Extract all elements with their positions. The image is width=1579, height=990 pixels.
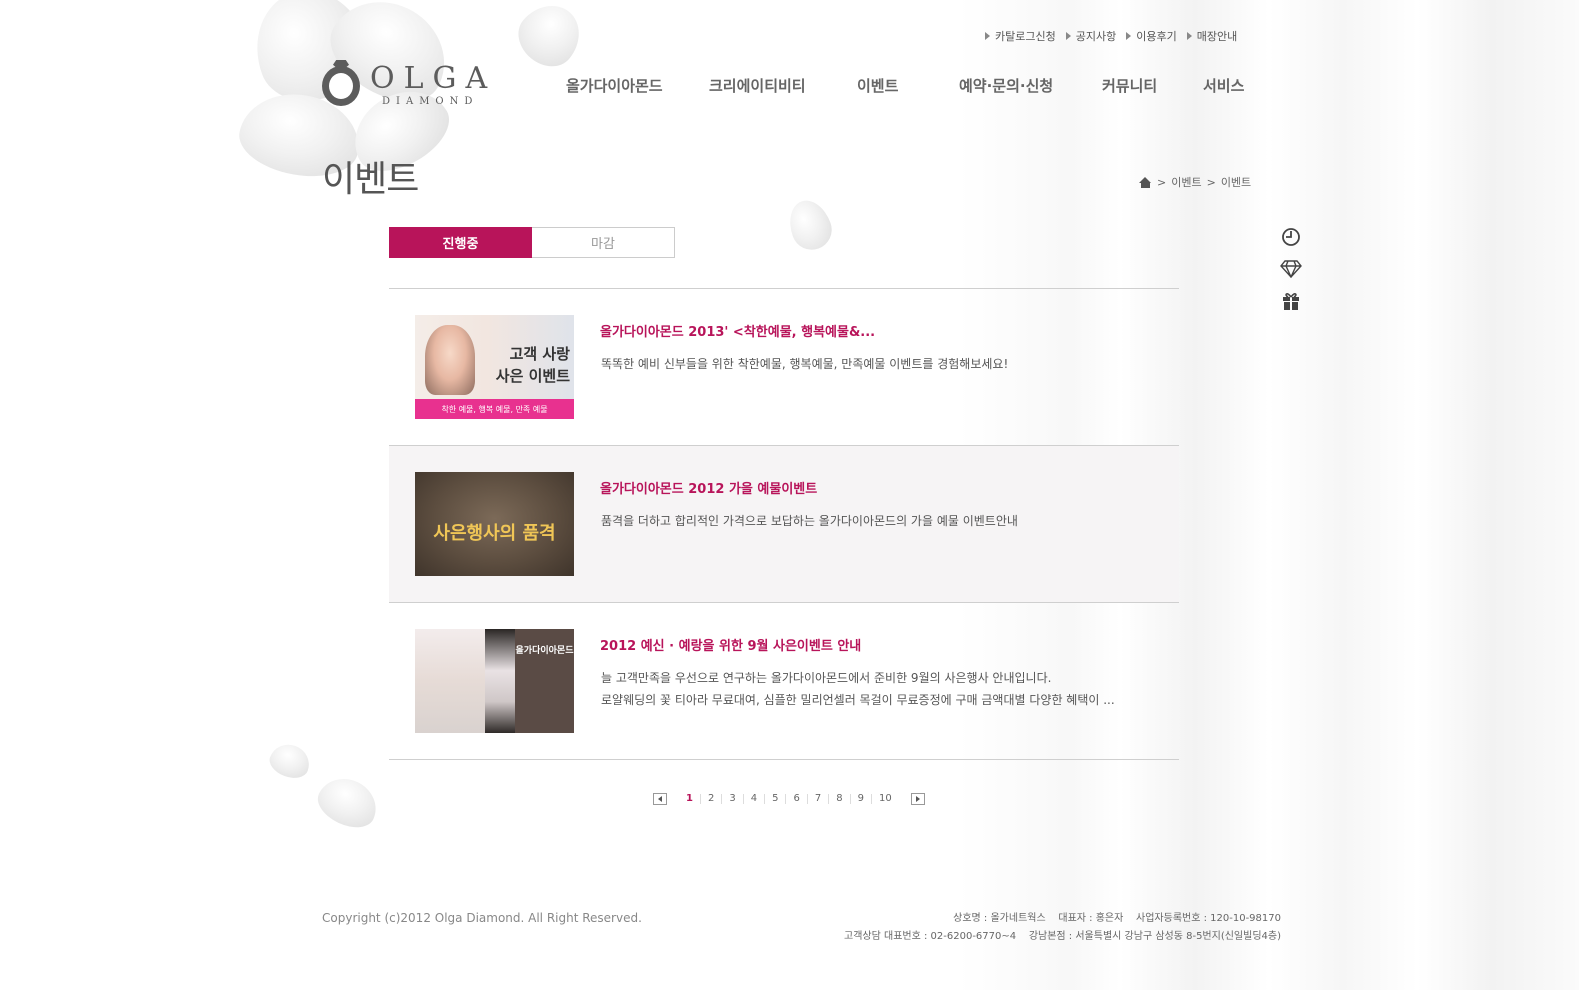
- bride-photo: [425, 325, 475, 395]
- event-desc-line: 똑똑한 예비 신부들을 위한 착한예물, 행복예물, 만족예물 이벤트를 경험해…: [601, 357, 1009, 371]
- flower-petal: [311, 769, 385, 836]
- nav-item-olga-diamond[interactable]: 올가다이아몬드: [566, 75, 663, 96]
- page-number[interactable]: 5: [764, 794, 785, 804]
- nav-item-creativity[interactable]: 크리에이티비티: [709, 75, 806, 96]
- util-link-label: 공지사항: [1075, 30, 1117, 43]
- breadcrumb: > 이벤트 > 이벤트: [1139, 174, 1251, 190]
- breadcrumb-item[interactable]: 이벤트: [1221, 174, 1251, 190]
- nav-item-service[interactable]: 서비스: [1203, 75, 1244, 96]
- util-link-label: 매장안내: [1196, 30, 1238, 43]
- event-thumbnail[interactable]: 올가다이아몬드: [415, 629, 574, 733]
- pagination: 1 2 3 4 5 6 7 8 9 10: [653, 793, 925, 805]
- main-nav: 올가다이아몬드 크리에이티비티 이벤트 예약·문의·신청 커뮤니티 서비스: [560, 75, 1260, 99]
- thumb-text: 올가다이아몬드: [515, 646, 574, 656]
- company-info: 상호명 : 올가네트웍스 대표자 : 홍은자 사업자등록번호 : 120-10-…: [760, 910, 1281, 946]
- ring-icon: [322, 66, 360, 106]
- event-description: 똑똑한 예비 신부들을 위한 착한예물, 행복예물, 만족예물 이벤트를 경험해…: [601, 353, 1008, 375]
- util-link-notice[interactable]: 공지사항: [1065, 28, 1117, 44]
- tab-closed[interactable]: 마감: [532, 227, 675, 258]
- page-number[interactable]: 4: [742, 794, 764, 804]
- prev-page-button[interactable]: [653, 793, 667, 805]
- page-number[interactable]: 3: [721, 794, 742, 804]
- page-title: 이벤트: [322, 159, 419, 200]
- event-desc-line: 품격을 더하고 합리적인 가격으로 보답하는 올가다이아몬드의 가을 예물 이벤…: [601, 514, 1018, 528]
- page-number[interactable]: 6: [785, 794, 806, 804]
- arrow-icon: [1126, 32, 1132, 40]
- jewelry-photo: [485, 629, 515, 733]
- event-title[interactable]: 2012 예신 · 예랑을 위한 9월 사은이벤트 안내: [600, 635, 861, 654]
- thumb-text: 사은행사의 품격: [433, 523, 556, 544]
- event-title[interactable]: 올가다이아몬드 2013' <착한예물, 행복예물&...: [600, 321, 875, 340]
- arrow-icon: [1186, 32, 1192, 40]
- list-item[interactable]: 사은행사의 품격 올가다이아몬드 2012 가을 예물이벤트 품격을 더하고 합…: [389, 445, 1179, 602]
- company-info-line: 상호명 : 올가네트웍스 대표자 : 홍은자 사업자등록번호 : 120-10-…: [953, 913, 1281, 924]
- jewelry-photo: [415, 629, 485, 733]
- quick-menu: [1280, 226, 1304, 322]
- thumb-text: 고객 사랑: [509, 345, 570, 363]
- page-number[interactable]: 7: [806, 794, 828, 804]
- clock-icon[interactable]: [1280, 226, 1302, 248]
- util-link-label: 이용후기: [1136, 30, 1177, 43]
- event-description: 늘 고객만족을 우선으로 연구하는 올가다이아몬드에서 준비한 9월의 사은행사…: [601, 667, 1115, 711]
- util-link-review[interactable]: 이용후기: [1126, 28, 1177, 44]
- thumb-banner: 착한 예물, 행복 예물, 만족 예물: [415, 399, 574, 419]
- page-number[interactable]: 1: [679, 794, 700, 804]
- gift-icon[interactable]: [1280, 290, 1302, 312]
- event-thumbnail[interactable]: 고객 사랑 사은 이벤트 착한 예물, 행복 예물, 만족 예물: [415, 315, 574, 419]
- event-thumbnail[interactable]: 사은행사의 품격: [415, 472, 574, 576]
- utility-links: 카탈로그신청 공지사항 이용후기 매장안내: [985, 28, 1237, 44]
- event-tabs: 진행중 마감: [389, 227, 676, 258]
- event-list: 고객 사랑 사은 이벤트 착한 예물, 행복 예물, 만족 예물 올가다이아몬드…: [389, 288, 1179, 760]
- page-number[interactable]: 9: [849, 794, 871, 804]
- tab-ongoing[interactable]: 진행중: [389, 227, 532, 258]
- page-number[interactable]: 8: [828, 794, 849, 804]
- breadcrumb-item[interactable]: 이벤트: [1171, 174, 1201, 190]
- logo-sub: DIAMOND: [382, 96, 479, 107]
- util-link-catalog[interactable]: 카탈로그신청: [985, 28, 1056, 44]
- diamond-icon[interactable]: [1280, 258, 1302, 280]
- util-link-label: 카탈로그신청: [995, 30, 1056, 43]
- logo[interactable]: OLGA DIAMOND: [322, 60, 497, 110]
- event-description: 품격을 더하고 합리적인 가격으로 보답하는 올가다이아몬드의 가을 예물 이벤…: [601, 510, 1018, 532]
- logo-word: OLGA: [370, 61, 497, 96]
- flower-petal: [507, 0, 593, 78]
- arrow-icon: [985, 32, 990, 40]
- chevron-right-icon: >: [1157, 175, 1167, 189]
- event-desc-line: 로얄웨딩의 꽃 티아라 무료대여, 심플한 밀리언셀러 목걸이 무료증정에 구매…: [601, 693, 1115, 707]
- page-number[interactable]: 10: [870, 794, 899, 804]
- list-item[interactable]: 올가다이아몬드 2012 예신 · 예랑을 위한 9월 사은이벤트 안내 늘 고…: [389, 602, 1179, 760]
- nav-item-event[interactable]: 이벤트: [857, 75, 898, 96]
- next-page-button[interactable]: [910, 793, 925, 805]
- chevron-right-icon: >: [1206, 175, 1216, 189]
- copyright: Copyright (c)2012 Olga Diamond. All Righ…: [322, 911, 642, 925]
- flower-petal: [782, 194, 838, 256]
- event-desc-line: 늘 고객만족을 우선으로 연구하는 올가다이아몬드에서 준비한 9월의 사은행사…: [601, 671, 1052, 685]
- thumb-text: 사은 이벤트: [495, 367, 570, 385]
- nav-item-community[interactable]: 커뮤니티: [1102, 75, 1157, 96]
- arrow-icon: [1065, 32, 1071, 40]
- nav-item-reservation[interactable]: 예약·문의·신청: [959, 75, 1053, 96]
- home-icon[interactable]: [1139, 176, 1152, 188]
- company-info-line: 고객상담 대표번호 : 02-6200-6770~4 강남본점 : 서울특별시 …: [844, 931, 1281, 942]
- page-number[interactable]: 2: [699, 794, 721, 804]
- event-title[interactable]: 올가다이아몬드 2012 가을 예물이벤트: [600, 478, 817, 497]
- util-link-store[interactable]: 매장안내: [1186, 28, 1238, 44]
- flower-petal: [265, 739, 315, 783]
- list-item[interactable]: 고객 사랑 사은 이벤트 착한 예물, 행복 예물, 만족 예물 올가다이아몬드…: [389, 288, 1179, 445]
